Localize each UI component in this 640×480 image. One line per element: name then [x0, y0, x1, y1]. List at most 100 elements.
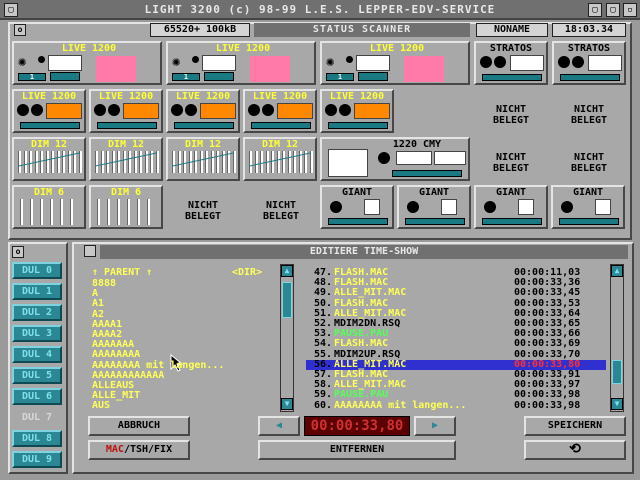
giant-4[interactable]: GIANT: [551, 185, 625, 229]
channel-bar: [560, 74, 620, 81]
live-scanner-1[interactable]: LIVE 1200 ✺ 1: [12, 41, 162, 85]
minimize-icon[interactable]: ▢: [588, 3, 602, 17]
live-label: LIVE 1200: [369, 43, 425, 54]
sidebar-item-dul-0[interactable]: DUL 0: [12, 262, 62, 279]
lens-icon: [572, 56, 584, 68]
scroll-up-icon[interactable]: ▲: [281, 265, 293, 277]
lens-icon: [407, 201, 419, 213]
sidebar-item-dul-6[interactable]: DUL 6: [12, 388, 62, 405]
prev-button[interactable]: ◀: [258, 416, 300, 436]
channel-bar: 1: [172, 73, 200, 81]
cmy-1220[interactable]: 1220 CMY: [320, 137, 470, 181]
live-small-label: LIVE 1200: [329, 91, 385, 102]
cmy-color-swatch: [328, 149, 368, 177]
gobo-dot-icon: [38, 56, 45, 63]
stratos-2[interactable]: STRATOS: [552, 41, 626, 85]
nicht-belegt-slot: NICHT BELEGT: [570, 152, 608, 174]
fader: [107, 199, 110, 225]
live-scanner-3[interactable]: LIVE 1200 ✺ 1: [320, 41, 470, 85]
mac-tsh-fix-button[interactable]: MAC/TSH/FIX: [88, 440, 190, 460]
lens-icon: [558, 56, 570, 68]
cmy-label: 1220 CMY: [392, 139, 442, 150]
live-small-3[interactable]: LIVE 1200: [166, 89, 240, 133]
channel-bar: [20, 122, 80, 129]
giant-1[interactable]: GIANT: [320, 185, 394, 229]
color-block: [354, 103, 390, 119]
sidebar-item-dul-9[interactable]: DUL 9: [12, 451, 62, 468]
dimmer6-1[interactable]: DIM 6: [12, 185, 86, 229]
dimmer6-2[interactable]: DIM 6: [89, 185, 163, 229]
channel-bar: 1: [326, 73, 354, 81]
sidebar-item-dul-8[interactable]: DUL 8: [12, 430, 62, 447]
dir-tag: <DIR>: [232, 267, 263, 278]
dimmer12-3[interactable]: DIM 12: [166, 137, 240, 181]
giant-2[interactable]: GIANT: [397, 185, 471, 229]
channel-bar: [482, 74, 542, 81]
maximize-icon[interactable]: ▢: [606, 3, 620, 17]
parent-entry[interactable]: ↑ PARENT ↑: [92, 268, 152, 278]
next-button[interactable]: ▶: [414, 416, 456, 436]
sidebar-item-dul-5[interactable]: DUL 5: [12, 367, 62, 384]
editor-close-icon[interactable]: [84, 245, 96, 257]
channel-bar: [482, 218, 542, 225]
step-scroll-thumb[interactable]: [612, 360, 622, 384]
dimmer12-2[interactable]: DIM 12: [89, 137, 163, 181]
step-row[interactable]: 59. PAUSE.PAU 00:00:33,98: [306, 390, 606, 400]
fader: [70, 199, 73, 225]
giant-3[interactable]: GIANT: [474, 185, 548, 229]
beam-window: [48, 55, 82, 71]
sidebar-item-dul-3[interactable]: DUL 3: [12, 325, 62, 342]
show-name: NONAME: [476, 23, 548, 37]
lens-icon: [31, 104, 43, 116]
dim6-label: DIM 6: [33, 187, 65, 198]
live-small-2[interactable]: LIVE 1200: [89, 89, 163, 133]
refresh-button[interactable]: ⟲: [524, 440, 626, 460]
beam-window: [202, 55, 236, 71]
sidebar-item-dul-4[interactable]: DUL 4: [12, 346, 62, 363]
file-scroll-thumb[interactable]: [282, 282, 292, 318]
live-small-5[interactable]: LIVE 1200: [320, 89, 394, 133]
channel-bar: [97, 122, 157, 129]
step-time: 00:00:33,98: [514, 399, 581, 411]
abbruch-button[interactable]: ABBRUCH: [88, 416, 190, 436]
beam-window: [441, 199, 457, 215]
sidebar-item-dul-1[interactable]: DUL 1: [12, 283, 62, 300]
scroll-down-icon[interactable]: ▼: [281, 398, 293, 410]
nicht-belegt-slot: NICHT BELEGT: [262, 200, 300, 222]
step-row[interactable]: 54. FLASH.MAC 00:00:33,69: [306, 339, 606, 349]
window-title: LIGHT 3200 (c) 98-99 L.E.S. LEPPER-EDV-S…: [144, 3, 496, 16]
channel-bar: [174, 122, 234, 129]
file-entry[interactable]: AUS: [92, 401, 110, 411]
lens-icon: [17, 104, 29, 116]
sidebar-item-dul-2[interactable]: DUL 2: [12, 304, 62, 321]
clock-display: 18:03.34: [552, 23, 626, 37]
live-small-4[interactable]: LIVE 1200: [243, 89, 317, 133]
live-small-1[interactable]: LIVE 1200: [12, 89, 86, 133]
stratos-1[interactable]: STRATOS: [474, 41, 548, 85]
fader: [147, 199, 150, 225]
step-time: 00:00:33,45: [514, 287, 581, 299]
step-name: ALLE_MIT.MAC: [334, 287, 407, 299]
dim12-label: DIM 12: [184, 139, 222, 150]
step-scrollbar[interactable]: [610, 264, 624, 412]
step-scroll-down-icon[interactable]: ▼: [611, 398, 623, 410]
sidebar-item-dul-7[interactable]: DUL 7: [12, 409, 62, 426]
step-scroll-up-icon[interactable]: ▲: [611, 265, 623, 277]
speichern-button[interactable]: SPEICHERN: [524, 416, 626, 436]
lens-icon: [185, 104, 197, 116]
file-entry[interactable]: AAAAAAAA: [92, 350, 140, 360]
dul-close-icon[interactable]: o: [12, 246, 24, 258]
dimmer12-1[interactable]: DIM 12: [12, 137, 86, 181]
step-row[interactable]: 49. ALLE_MIT.MAC 00:00:33,45: [306, 288, 606, 298]
status-close-icon[interactable]: o: [14, 24, 26, 36]
step-name: FLASH.MAC: [334, 338, 389, 350]
file-entry[interactable]: A1: [92, 299, 104, 309]
entfernen-button[interactable]: ENTFERNEN: [258, 440, 456, 460]
step-row[interactable]: 60. AAAAAAAA mit langen... 00:00:33,98: [306, 399, 606, 411]
lens-icon: [171, 104, 183, 116]
live-scanner-2[interactable]: LIVE 1200 ✺ 1: [166, 41, 316, 85]
fader-levels: [249, 152, 311, 176]
restore-icon[interactable]: ▫: [623, 3, 637, 17]
dimmer12-4[interactable]: DIM 12: [243, 137, 317, 181]
channel-bar-2: [50, 72, 80, 81]
